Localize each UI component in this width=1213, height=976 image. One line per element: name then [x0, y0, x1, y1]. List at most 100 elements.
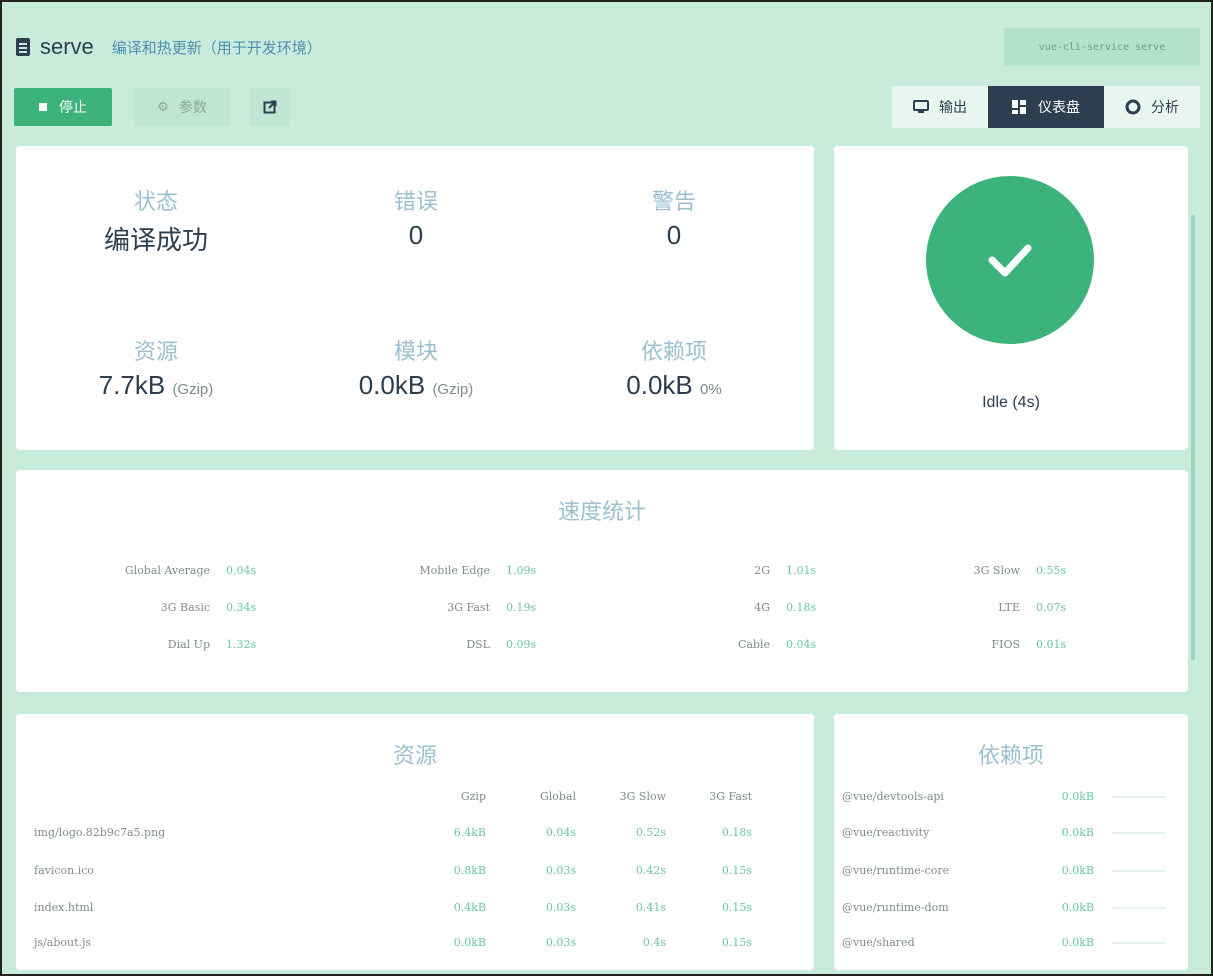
asset-3g-fast: 0.18s — [721, 826, 752, 839]
speed-value: 0.01s — [1036, 638, 1067, 651]
checkmark-icon — [988, 244, 1032, 277]
deps-value: 0.0kB — [626, 370, 693, 400]
speed-value: 0.34s — [226, 601, 257, 614]
speed-item: 2G 1.01s — [606, 564, 866, 577]
dependency-name: @vue/runtime-core — [842, 864, 950, 877]
stop-button[interactable]: 停止 — [14, 88, 112, 126]
tab-analysis-label: 分析 — [1151, 99, 1179, 115]
tab-output-label: 输出 — [939, 99, 967, 115]
dependencies-title: 依赖项 — [977, 743, 1044, 768]
assets-value-line: 7.7kB (Gzip) — [46, 370, 266, 401]
gear-icon: ⚙ — [157, 99, 169, 114]
column-header-3g-slow: 3G Slow — [619, 790, 666, 803]
dependency-name: @vue/shared — [842, 936, 915, 949]
speed-name: 4G — [754, 601, 770, 614]
speed-value: 0.19s — [506, 601, 537, 614]
stop-icon — [39, 103, 47, 111]
warnings-stat: 警告 0 — [564, 184, 784, 251]
speed-name: Cable — [737, 638, 770, 651]
speed-item: FIOS 0.01s — [856, 638, 1116, 651]
scrollbar[interactable] — [1191, 215, 1195, 660]
assets-title: 资源 — [392, 743, 437, 768]
column-header-3g-fast: 3G Fast — [709, 790, 752, 803]
parameters-label: 参数 — [178, 99, 207, 115]
view-tabs: 输出 仪表盘 分析 — [892, 86, 1200, 128]
asset-gzip: 0.8kB — [453, 864, 486, 877]
asset-global: 0.03s — [545, 936, 576, 949]
stop-label: 停止 — [59, 99, 87, 115]
tab-analysis[interactable]: 分析 — [1104, 86, 1200, 128]
dependency-bar — [1112, 832, 1166, 834]
asset-3g-fast: 0.15s — [721, 936, 752, 949]
dependency-bar — [1112, 907, 1166, 909]
speed-item: 3G Basic 0.34s — [46, 601, 306, 614]
task-toolbar: 停止 ⚙ 参数 — [14, 88, 290, 126]
asset-3g-fast: 0.15s — [721, 901, 752, 914]
speed-name: 3G Basic — [160, 601, 210, 614]
asset-3g-slow: 0.4s — [642, 936, 666, 949]
monitor-icon — [913, 100, 929, 113]
build-status-card: Idle (4s) — [834, 146, 1188, 450]
speed-item: LTE 0.07s — [856, 601, 1116, 614]
asset-3g-slow: 0.52s — [635, 826, 666, 839]
idle-status: Idle (4s) — [982, 394, 1040, 411]
speed-value: 1.01s — [786, 564, 817, 577]
dependency-size: 0.0kB — [1061, 826, 1094, 839]
deps-value-line: 0.0kB 0% — [564, 370, 784, 401]
asset-gzip: 0.4kB — [453, 901, 486, 914]
parameters-button[interactable]: ⚙ 参数 — [134, 88, 230, 126]
speed-item: Cable 0.04s — [606, 638, 866, 651]
dependency-name: @vue/devtools-api — [842, 790, 944, 803]
asset-global: 0.04s — [545, 826, 576, 839]
dependency-size: 0.0kB — [1061, 901, 1094, 914]
speed-stats-card: 速度统计 Global Average 0.04s Mobile Edge 1.09… — [16, 470, 1188, 692]
tab-dashboard[interactable]: 仪表盘 — [988, 86, 1104, 128]
dependency-bar — [1112, 796, 1166, 798]
dependency-size: 0.0kB — [1061, 864, 1094, 877]
asset-3g-fast: 0.15s — [721, 864, 752, 877]
speed-value: 0.55s — [1036, 564, 1067, 577]
speed-name: FIOS — [991, 638, 1020, 651]
asset-name: favicon.ico — [34, 864, 95, 877]
speed-value: 0.04s — [226, 564, 257, 577]
open-external-button[interactable] — [250, 88, 290, 126]
task-description: 编译和热更新（用于开发环境） — [111, 39, 322, 57]
dependency-bar — [1112, 870, 1166, 872]
speed-item: Dial Up 1.32s — [46, 638, 306, 651]
errors-label: 错误 — [393, 189, 438, 214]
speed-name: Mobile Edge — [419, 564, 490, 577]
speed-item: DSL 0.09s — [326, 638, 586, 651]
speed-value: 0.09s — [506, 638, 537, 651]
status-label: 状态 — [133, 189, 178, 214]
assets-unit: (Gzip) — [172, 381, 214, 398]
speed-name: Global Average — [124, 564, 210, 577]
asset-gzip: 0.0kB — [453, 936, 486, 949]
modules-value: 0.0kB — [358, 370, 426, 400]
deps-label: 依赖项 — [640, 339, 707, 364]
dashboard-icon — [1012, 100, 1026, 114]
speed-name: 3G Fast — [447, 601, 490, 614]
status-stat: 状态 编译成功 — [46, 184, 266, 257]
modules-label: 模块 — [393, 339, 438, 364]
speed-item: 3G Fast 0.19s — [326, 601, 586, 614]
tab-output[interactable]: 输出 — [892, 86, 988, 128]
status-value: 编译成功 — [103, 225, 208, 255]
errors-stat: 错误 0 — [306, 184, 526, 251]
deps-percent: 0% — [700, 381, 722, 398]
asset-name: index.html — [34, 901, 94, 914]
speed-value: 1.09s — [506, 564, 537, 577]
speed-item: Mobile Edge 1.09s — [326, 564, 586, 577]
speed-item: Global Average 0.04s — [46, 564, 306, 577]
speed-name: Dial Up — [167, 638, 210, 651]
column-header-gzip: Gzip — [460, 790, 486, 803]
circle-icon — [1125, 99, 1141, 115]
asset-global: 0.03s — [545, 901, 576, 914]
command-badge: vue-cli-service serve — [1004, 28, 1200, 66]
success-indicator — [926, 176, 1094, 344]
dependencies-card: 依赖项 @vue/devtools-api 0.0kB @vue/reactiv… — [834, 714, 1188, 970]
column-header-global: Global — [539, 790, 576, 803]
speed-value: 0.18s — [786, 601, 817, 614]
dependency-size: 0.0kB — [1061, 790, 1094, 803]
speed-item: 4G 0.18s — [606, 601, 866, 614]
task-header: serve 编译和热更新（用于开发环境） — [16, 32, 322, 62]
